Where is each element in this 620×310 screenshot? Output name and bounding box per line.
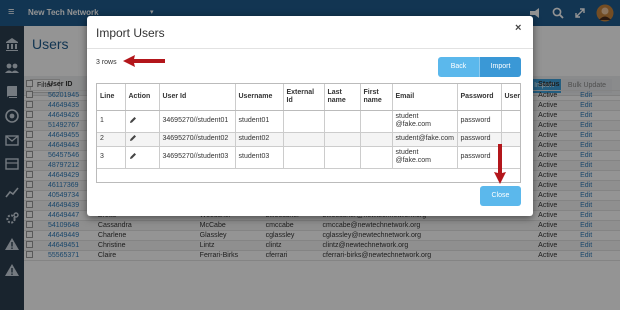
column-header-password: Password <box>457 84 502 111</box>
cell-first-name <box>360 110 393 133</box>
column-header-last-name: Last name <box>324 84 361 111</box>
cell-line: 2 <box>97 132 126 147</box>
table-row: 3 34695270//student03 student03 student … <box>97 146 520 169</box>
cell-first-name <box>360 146 393 169</box>
table-row: 2 34695270//student02 student02 student@… <box>97 132 520 147</box>
cell-email: student@fake.com <box>392 132 458 147</box>
cell-user-id: 34695270//student01 <box>159 110 236 133</box>
cell-external-id <box>283 146 325 169</box>
import-preview-table-container[interactable]: Line Action User Id Username External Id… <box>96 83 521 183</box>
table-row: 1 34695270//student01 student01 student … <box>97 110 520 133</box>
annotation-arrow-left <box>123 55 165 67</box>
close-button[interactable]: Close <box>480 186 521 206</box>
import-button[interactable]: Import <box>479 57 521 77</box>
navigation-button-group: Back Import <box>438 57 521 77</box>
cell-line: 1 <box>97 110 126 133</box>
cell-user-id: 34695270//student03 <box>159 146 236 169</box>
edit-row-button[interactable] <box>125 132 160 147</box>
edit-row-button[interactable] <box>125 110 160 133</box>
divider <box>87 48 533 49</box>
cell-password: password <box>457 110 502 133</box>
column-header-userspace: Userspa <box>501 84 520 111</box>
cell-userspace <box>501 110 520 133</box>
column-header-user-id: User Id <box>159 84 236 111</box>
pencil-icon <box>129 116 137 124</box>
back-button[interactable]: Back <box>438 57 479 77</box>
column-header-email: Email <box>392 84 458 111</box>
cell-last-name <box>324 110 361 133</box>
close-icon[interactable]: × <box>515 22 521 34</box>
cell-username: student01 <box>235 110 284 133</box>
cell-first-name <box>360 132 393 147</box>
pencil-icon <box>129 134 137 142</box>
cell-username: student03 <box>235 146 284 169</box>
import-users-dialog: Import Users × 3 rows Back Import Line A… <box>87 16 533 216</box>
dialog-title: Import Users <box>96 26 165 40</box>
cell-line: 3 <box>97 146 126 169</box>
column-header-username: Username <box>235 84 284 111</box>
annotation-arrow-down <box>494 144 506 184</box>
cell-external-id <box>283 132 325 147</box>
row-count: 3 rows <box>96 59 117 66</box>
edit-row-button[interactable] <box>125 146 160 169</box>
cell-last-name <box>324 132 361 147</box>
import-preview-table: Line Action User Id Username External Id… <box>97 84 520 169</box>
cell-last-name <box>324 146 361 169</box>
pencil-icon <box>129 152 137 160</box>
cell-external-id <box>283 110 325 133</box>
column-header-first-name: First name <box>360 84 393 111</box>
cell-email: student @fake.com <box>392 110 458 133</box>
cell-email: student @fake.com <box>392 146 458 169</box>
cell-user-id: 34695270//student02 <box>159 132 236 147</box>
cell-username: student02 <box>235 132 284 147</box>
column-header-action: Action <box>125 84 160 111</box>
column-header-line: Line <box>97 84 126 111</box>
table-header-row: Line Action User Id Username External Id… <box>97 84 520 111</box>
column-header-external-id: External Id <box>283 84 325 111</box>
